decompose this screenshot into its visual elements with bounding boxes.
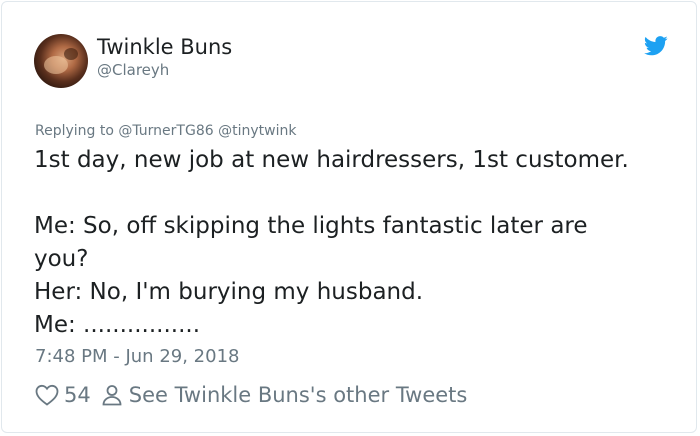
tweet-line: you? xyxy=(34,246,89,272)
twitter-bird-icon[interactable] xyxy=(644,36,668,56)
tweet-line-break xyxy=(34,177,654,210)
tweet-line: Her: No, I'm burying my husband. xyxy=(34,279,424,305)
tweet-line: Me: So, off skipping the lights fantasti… xyxy=(34,213,588,239)
like-count[interactable]: 54 xyxy=(64,383,91,407)
tweet-timestamp[interactable]: 7:48 PM - Jun 29, 2018 xyxy=(35,346,239,368)
tweet-line: Me: ................ xyxy=(34,312,201,338)
tweet-line: 1st day, new job at new hairdressers, 1s… xyxy=(34,147,629,173)
heart-icon[interactable] xyxy=(35,384,59,406)
tweet-card: Twinkle Buns @Clareyh Replying to @Turne… xyxy=(1,1,697,433)
tweet-actions: 54 See Twinkle Buns's other Tweets xyxy=(35,382,467,408)
see-other-tweets-link[interactable]: See Twinkle Buns's other Tweets xyxy=(129,383,468,407)
avatar[interactable] xyxy=(34,34,88,88)
tweet-text: 1st day, new job at new hairdressers, 1s… xyxy=(34,144,654,342)
author-name[interactable]: Twinkle Buns xyxy=(97,34,232,60)
person-icon[interactable] xyxy=(101,384,123,406)
author-handle[interactable]: @Clareyh xyxy=(97,60,169,80)
replying-to[interactable]: Replying to @TurnerTG86 @tinytwink xyxy=(35,122,296,140)
